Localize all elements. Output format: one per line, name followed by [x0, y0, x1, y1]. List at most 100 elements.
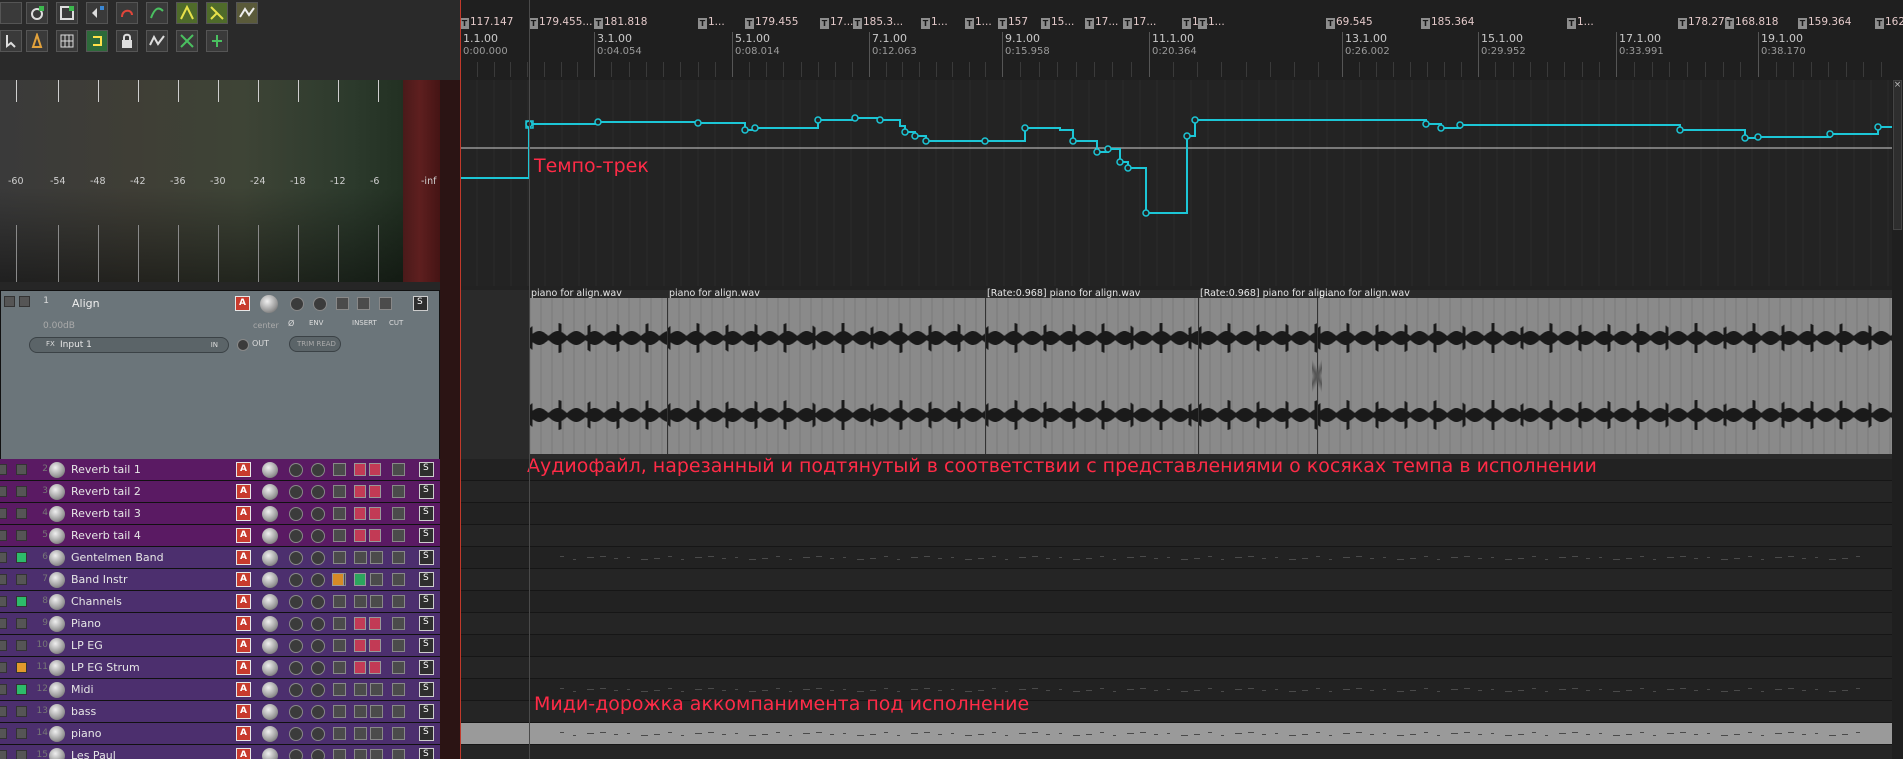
track-mute-button[interactable] — [289, 727, 303, 741]
tempo-marker[interactable]: T1... — [698, 16, 725, 29]
track-fx-bypass-button[interactable] — [369, 485, 381, 498]
track-1-name[interactable]: Align — [72, 297, 100, 310]
track-record-arm-button[interactable]: A — [236, 726, 251, 741]
track-name[interactable]: Midi — [71, 683, 94, 696]
track-send-button[interactable]: S — [419, 550, 434, 565]
track-name[interactable]: LP EG Strum — [71, 661, 140, 674]
metronome-icon[interactable] — [26, 30, 48, 52]
track-pan-knob[interactable] — [262, 726, 278, 742]
tempo-marker[interactable]: T 179.455... — [529, 16, 592, 29]
track-send-button[interactable]: S — [419, 704, 434, 719]
undo-icon[interactable] — [86, 2, 108, 24]
close-icon[interactable]: × — [1892, 80, 1903, 92]
track-pan-knob[interactable] — [262, 506, 278, 522]
track-1-env-button[interactable] — [313, 297, 327, 311]
tempo-marker[interactable]: T 159.364 — [1798, 16, 1851, 29]
track-env-button[interactable] — [333, 639, 346, 652]
panel-divider[interactable] — [440, 80, 460, 759]
track-name[interactable]: Reverb tail 3 — [71, 507, 141, 520]
track-select-box[interactable] — [0, 552, 7, 563]
track-record-arm-button[interactable]: A — [236, 660, 251, 675]
track-record-arm-button[interactable]: A — [236, 528, 251, 543]
track-pan-knob[interactable] — [262, 660, 278, 676]
track-row-8[interactable]: 8 Channels A S — [0, 591, 440, 613]
track-io-button[interactable] — [370, 727, 383, 740]
grid-snap-icon[interactable] — [176, 2, 198, 24]
tempo-marker[interactable]: T162... — [1875, 16, 1903, 29]
track-select-box[interactable] — [0, 662, 7, 673]
track-select-box[interactable] — [0, 728, 7, 739]
tempo-envelope-lane[interactable] — [460, 80, 1892, 286]
track-folder-box[interactable] — [16, 596, 27, 607]
tempo-marker[interactable]: T1... — [921, 16, 948, 29]
track-folder-box[interactable] — [16, 486, 27, 497]
track-row-7[interactable]: 7 Band Instr A S — [0, 569, 440, 591]
track-solo-button[interactable] — [311, 705, 325, 719]
track-row-15[interactable]: 15 Les Paul A S — [0, 745, 440, 759]
tempo-marker[interactable]: T 179.455 — [745, 16, 798, 29]
ripple-edit-icon[interactable] — [146, 2, 168, 24]
tempo-marker[interactable]: T 69.545 — [1326, 16, 1373, 29]
track-pan-knob[interactable] — [262, 462, 278, 478]
track-1-volume-knob[interactable] — [260, 295, 278, 313]
track-row-6[interactable]: 6 Gentelmen Band A S — [0, 547, 440, 569]
tempo-marker[interactable]: T 185.3... — [853, 16, 903, 29]
track-mute-button[interactable] — [289, 683, 303, 697]
tempo-marker[interactable]: T 17... — [820, 16, 853, 29]
track-lane[interactable] — [460, 569, 1892, 591]
tempo-point[interactable] — [1826, 130, 1834, 138]
track-fx-button[interactable] — [354, 727, 367, 740]
track-cut-button[interactable] — [392, 705, 405, 718]
track-fx-button[interactable] — [354, 485, 366, 498]
envelope-icon[interactable] — [236, 2, 258, 24]
track-send-button[interactable]: S — [419, 594, 434, 609]
track-send-button[interactable]: S — [419, 682, 434, 697]
track-solo-button[interactable] — [311, 749, 325, 759]
track-name[interactable]: Reverb tail 2 — [71, 485, 141, 498]
track-volume-knob[interactable] — [49, 682, 65, 698]
track-cut-button[interactable] — [392, 463, 405, 476]
track-send-button[interactable]: S — [419, 506, 434, 521]
track-1-insert-button-b[interactable] — [357, 297, 370, 310]
track-folder-box[interactable] — [16, 662, 27, 673]
track-volume-knob[interactable] — [49, 550, 65, 566]
track-send-button[interactable]: S — [419, 462, 434, 477]
track-cut-button[interactable] — [392, 595, 405, 608]
track-solo-button[interactable] — [311, 507, 325, 521]
media-item[interactable] — [1317, 298, 1893, 454]
track-1-select-box[interactable] — [4, 296, 15, 307]
track-name[interactable]: Channels — [71, 595, 122, 608]
track-volume-knob[interactable] — [49, 704, 65, 720]
track-select-box[interactable] — [0, 486, 7, 497]
timeline-ruler[interactable]: T 117.147 T 179.455... T 181.818 T 1... T 179.455… — [460, 0, 1903, 81]
track-name[interactable]: Les Paul — [71, 749, 116, 759]
track-fx-bypass-button[interactable] — [369, 529, 381, 542]
track-mute-button[interactable] — [289, 661, 303, 675]
track-record-arm-button[interactable]: A — [236, 704, 251, 719]
tempo-marker[interactable]: T 185.364 — [1421, 16, 1474, 29]
tempo-marker[interactable]: T 181.818 — [594, 16, 647, 29]
track-volume-knob[interactable] — [49, 660, 65, 676]
track-select-box[interactable] — [0, 706, 7, 717]
track-record-arm-button[interactable]: A — [236, 506, 251, 521]
track-env-button[interactable] — [333, 705, 346, 718]
track-send-button[interactable]: S — [419, 572, 434, 587]
track-env-button[interactable] — [333, 551, 346, 564]
track-select-box[interactable] — [0, 684, 7, 695]
tempo-marker[interactable]: T1... — [965, 16, 992, 29]
track-record-arm-button[interactable]: A — [236, 638, 251, 653]
track-pan-knob[interactable] — [262, 550, 278, 566]
track-env-button[interactable] — [333, 727, 346, 740]
track-solo-button[interactable] — [311, 639, 325, 653]
track-volume-knob[interactable] — [49, 638, 65, 654]
open-project-icon[interactable] — [26, 2, 48, 24]
track-send-button[interactable]: S — [419, 660, 434, 675]
track-volume-knob[interactable] — [49, 506, 65, 522]
tempo-point[interactable] — [1104, 145, 1112, 153]
tempo-point[interactable] — [814, 116, 822, 124]
playhead-line[interactable] — [460, 0, 461, 759]
track-volume-knob[interactable] — [49, 572, 65, 588]
track-record-arm-button[interactable]: A — [236, 682, 251, 697]
track-1-phase-button[interactable] — [290, 297, 304, 311]
track-env-button[interactable] — [333, 595, 346, 608]
